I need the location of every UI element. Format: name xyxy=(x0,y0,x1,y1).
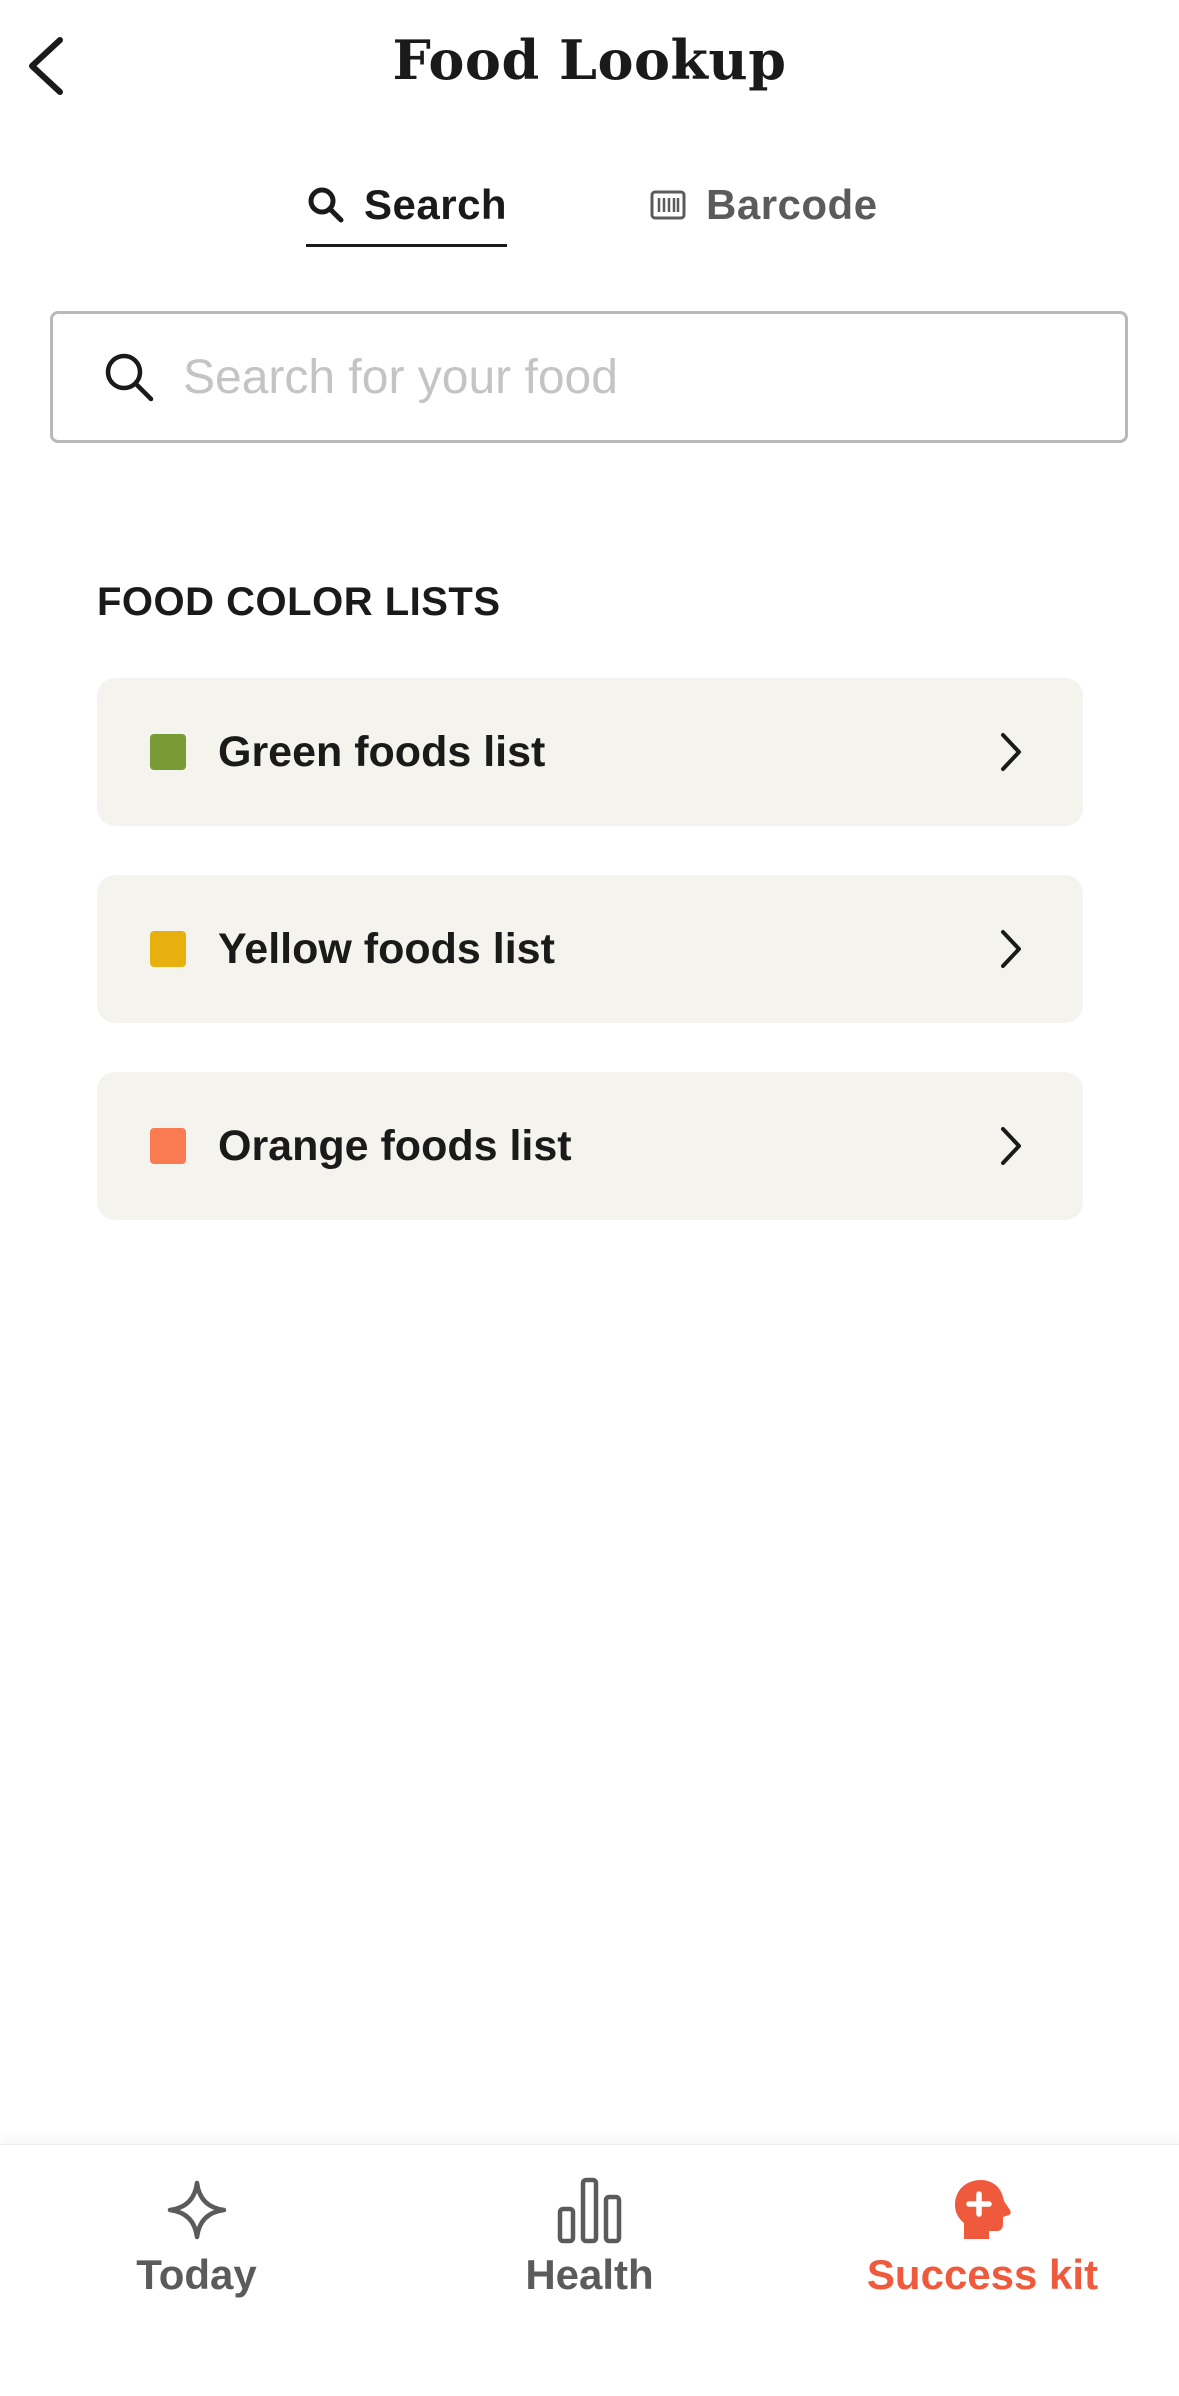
nav-today[interactable]: Today xyxy=(0,2175,393,2325)
header: Food Lookup xyxy=(0,0,1179,140)
yellow-swatch xyxy=(150,931,186,967)
section-title: FOOD COLOR LISTS xyxy=(97,580,501,624)
list-item-label: Green foods list xyxy=(218,727,546,776)
page-title: Food Lookup xyxy=(392,28,787,92)
search-field[interactable] xyxy=(50,311,1128,443)
list-item-green-foods[interactable]: Green foods list xyxy=(97,678,1083,826)
search-input[interactable] xyxy=(183,342,1063,412)
food-lookup-screen: Food Lookup Search Barcode Search for yo… xyxy=(0,0,1179,2396)
tab-barcode[interactable]: Barcode xyxy=(648,170,878,240)
chevron-right-icon xyxy=(991,925,1031,973)
nav-success-kit[interactable]: Success kit xyxy=(786,2175,1179,2325)
list-item-orange-foods[interactable]: Orange foods list xyxy=(97,1072,1083,1220)
barcode-icon xyxy=(648,185,688,225)
nav-today-label: Today xyxy=(136,2251,257,2298)
green-swatch xyxy=(150,734,186,770)
nav-health[interactable]: Health xyxy=(393,2175,786,2325)
bottom-navigation: Today Health Success kit xyxy=(0,2144,1179,2396)
list-item-yellow-foods[interactable]: Yellow foods list xyxy=(97,875,1083,1023)
bar-chart-icon xyxy=(555,2175,625,2245)
search-icon xyxy=(306,185,346,225)
head-plus-icon xyxy=(948,2175,1018,2245)
list-item-label: Orange foods list xyxy=(218,1121,572,1170)
list-item-label: Yellow foods list xyxy=(218,924,555,973)
nav-health-label: Health xyxy=(525,2251,654,2298)
tab-bar: Search Barcode xyxy=(0,170,1179,250)
sparkle-icon xyxy=(162,2175,232,2245)
chevron-right-icon xyxy=(991,1122,1031,1170)
tab-search[interactable]: Search xyxy=(306,170,508,247)
search-icon xyxy=(99,347,159,407)
nav-success-kit-label: Success kit xyxy=(866,2251,1099,2298)
tab-barcode-label: Barcode xyxy=(706,181,878,228)
orange-swatch xyxy=(150,1128,186,1164)
chevron-right-icon xyxy=(991,728,1031,776)
tab-search-label: Search xyxy=(364,181,508,228)
